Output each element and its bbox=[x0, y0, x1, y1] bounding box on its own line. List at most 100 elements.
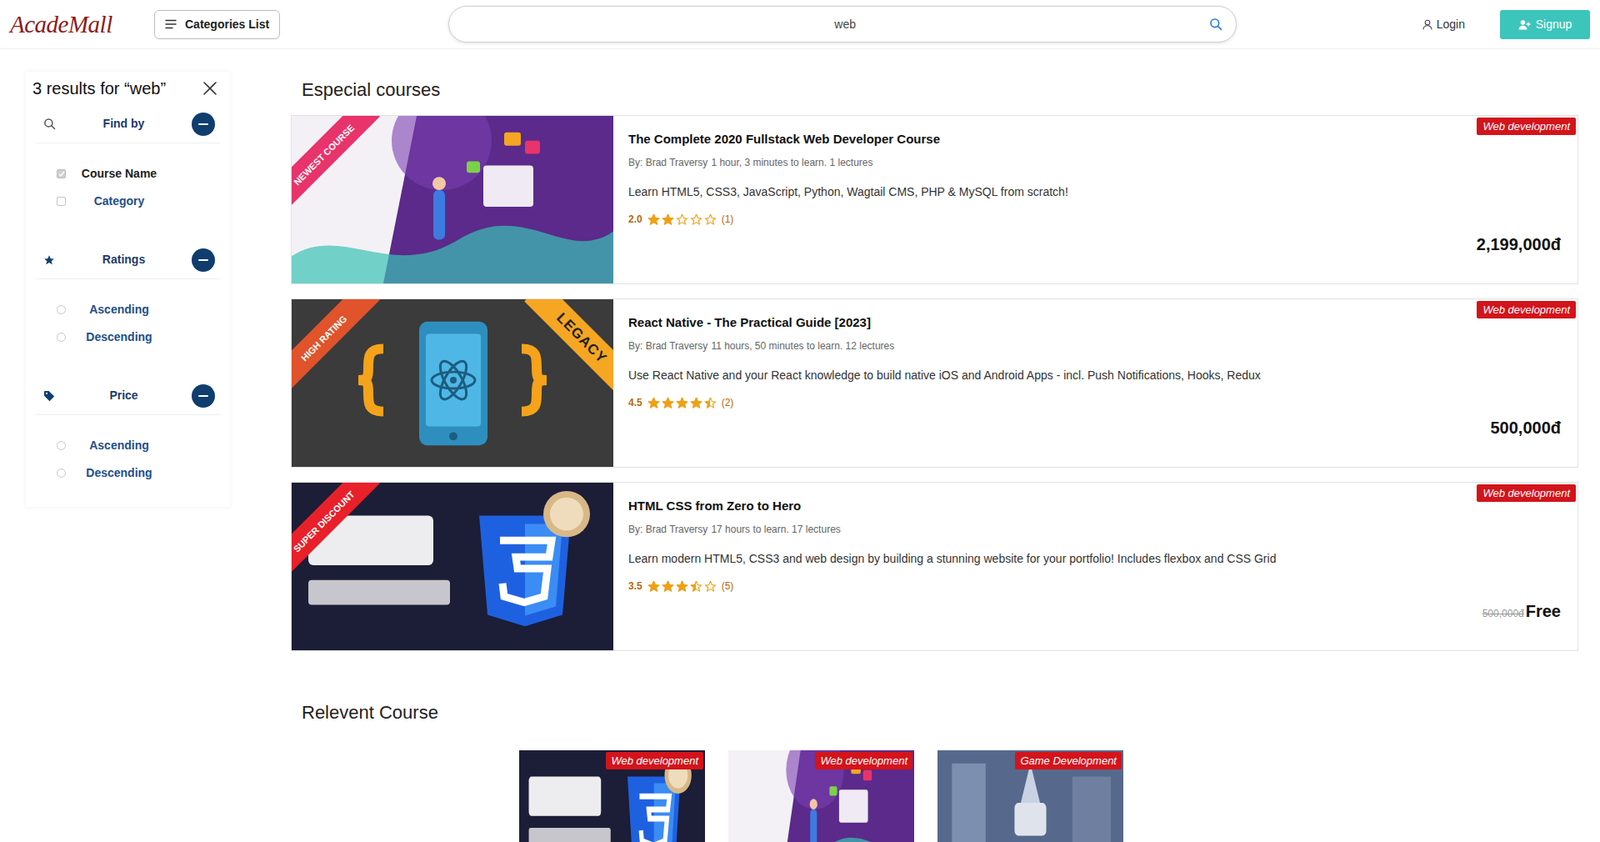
collapse-toggle[interactable] bbox=[191, 248, 215, 272]
star-fill bbox=[647, 396, 660, 410]
course-meta: By: Brad Traversy11 hours, 50 minutes to… bbox=[628, 339, 1561, 353]
collapse-toggle[interactable] bbox=[191, 384, 215, 408]
section-heading: Relevent Course bbox=[301, 701, 1579, 724]
login-button[interactable]: Login bbox=[1419, 10, 1469, 39]
tag-icon bbox=[42, 389, 56, 403]
review-count: (5) bbox=[721, 578, 735, 594]
course-thumbnail[interactable]: HIGH RATINGLEGACY bbox=[291, 299, 614, 467]
filter-section: Ratings AscendingDescending bbox=[25, 240, 230, 377]
star-rating bbox=[647, 396, 717, 410]
star-icon bbox=[675, 580, 689, 593]
radio-button[interactable] bbox=[56, 440, 66, 450]
radio-button[interactable] bbox=[56, 468, 66, 478]
star-icon bbox=[647, 396, 660, 410]
course-card[interactable]: NEWEST COURSE The Complete 2020 Fullstack… bbox=[290, 115, 1579, 285]
star-icon bbox=[704, 580, 717, 593]
filter-option-label: Category bbox=[65, 192, 173, 210]
filter-sidebar: 3 results for “web” Find by Course Name Cat… bbox=[25, 71, 230, 507]
checkbox[interactable] bbox=[56, 169, 66, 179]
search-icon[interactable] bbox=[1207, 15, 1225, 33]
price: 2,199,000đ bbox=[1476, 231, 1561, 257]
star-icon bbox=[647, 213, 660, 226]
categories-label: Categories List bbox=[185, 15, 270, 34]
filter-option[interactable]: Descending bbox=[25, 459, 230, 487]
category-tag[interactable]: Web development bbox=[1476, 300, 1576, 319]
category-tag[interactable]: Web development bbox=[1476, 484, 1576, 502]
course-rating: 2.0(1) bbox=[628, 211, 1561, 227]
course-title[interactable]: React Native - The Practical Guide [2023… bbox=[628, 314, 1561, 331]
filter-option[interactable]: Ascending bbox=[25, 431, 230, 460]
menu-icon bbox=[165, 19, 177, 30]
filter-options: Ascending Descending bbox=[25, 415, 230, 487]
course-info: The Complete 2020 Fullstack Web Develope… bbox=[613, 115, 1578, 284]
course-description: Learn HTML5, CSS3, JavaScript, Python, W… bbox=[628, 184, 1561, 200]
star-rating bbox=[647, 213, 717, 226]
course-duration: 17 hours to learn. 17 lectures bbox=[710, 522, 840, 536]
star-fill bbox=[690, 396, 703, 410]
course-card[interactable]: SUPER DISCOUNTHTML CSS from Zero to Hero… bbox=[290, 481, 1579, 651]
star-icon bbox=[661, 213, 675, 226]
star-fill bbox=[661, 396, 675, 410]
filter-option-label: Course Name bbox=[65, 165, 173, 183]
course-author[interactable]: By: Brad Traversy bbox=[628, 522, 708, 536]
filter-section-header[interactable]: Find by bbox=[35, 105, 220, 144]
course-info: HTML CSS from Zero to Hero By: Brad Trave… bbox=[613, 482, 1578, 650]
filter-option[interactable]: Descending bbox=[25, 323, 230, 351]
close-icon[interactable] bbox=[200, 78, 220, 99]
star-icon bbox=[647, 580, 660, 593]
filter-section: Find by Course Name Category bbox=[25, 105, 230, 241]
search-input[interactable] bbox=[482, 6, 1208, 42]
category-tag[interactable]: Web development bbox=[605, 751, 704, 770]
category-tag[interactable]: Web development bbox=[1476, 117, 1576, 135]
rating-value: 2.0 bbox=[628, 211, 643, 227]
course-title[interactable]: The Complete 2020 Fullstack Web Develope… bbox=[628, 130, 1561, 148]
star-icon bbox=[690, 213, 703, 226]
top-bar: AcadeMall Categories List Login Signup bbox=[0, 0, 1600, 50]
categories-button[interactable]: Categories List bbox=[154, 10, 280, 40]
filter-section-title: Price bbox=[55, 386, 192, 405]
relevant-course-card[interactable]: Game Development bbox=[937, 750, 1124, 842]
review-count: (2) bbox=[721, 395, 735, 410]
course-rating: 4.5(2) bbox=[628, 395, 1561, 410]
results-title: 3 results for “web” bbox=[32, 75, 166, 101]
star-fill bbox=[675, 396, 689, 410]
course-author[interactable]: By: Brad Traversy bbox=[628, 339, 708, 353]
filter-section-header[interactable]: Ratings bbox=[35, 240, 220, 280]
user-icon bbox=[1422, 19, 1433, 30]
relevant-course-card[interactable]: Web development bbox=[519, 750, 705, 842]
filter-option[interactable]: Category bbox=[25, 187, 230, 215]
course-info: React Native - The Practical Guide [2023… bbox=[613, 299, 1578, 467]
add-user-icon bbox=[1518, 19, 1531, 30]
filter-option[interactable]: Course Name bbox=[25, 160, 230, 188]
collapse-toggle[interactable] bbox=[191, 112, 215, 136]
radio-button[interactable] bbox=[56, 305, 66, 315]
star-fill bbox=[675, 580, 689, 593]
star-fill bbox=[690, 580, 697, 593]
main-content: Especial coursesNEWEST COURSEThe Complet… bbox=[290, 49, 1579, 842]
logo-text[interactable]: AcadeMall bbox=[10, 12, 113, 37]
radio-button[interactable] bbox=[56, 332, 66, 342]
old-price: 500,000đ bbox=[1482, 605, 1525, 621]
course-card[interactable]: HIGH RATINGLEGACY React Native - The Prac… bbox=[290, 298, 1579, 468]
course-description: Use React Native and your React knowledg… bbox=[628, 367, 1561, 384]
signup-label: Signup bbox=[1535, 15, 1573, 34]
category-tag[interactable]: Web development bbox=[815, 751, 913, 770]
checkbox[interactable] bbox=[56, 196, 66, 206]
signup-button[interactable]: Signup bbox=[1500, 10, 1590, 40]
logo[interactable]: AcadeMall bbox=[10, 12, 155, 37]
course-thumbnail[interactable]: NEWEST COURSE bbox=[291, 115, 614, 284]
filter-section-header[interactable]: Price bbox=[35, 376, 220, 415]
price: Free bbox=[1525, 598, 1561, 624]
filter-option[interactable]: Ascending bbox=[25, 295, 230, 324]
course-thumbnail[interactable]: SUPER DISCOUNT bbox=[291, 482, 614, 650]
relevant-list: Web development Web development Game Devel… bbox=[290, 750, 1579, 842]
category-tag[interactable]: Game Development bbox=[1015, 751, 1122, 770]
course-title[interactable]: HTML CSS from Zero to Hero bbox=[628, 497, 1561, 515]
search-box bbox=[448, 5, 1237, 43]
course-author[interactable]: By: Brad Traversy bbox=[628, 155, 708, 170]
star-fill bbox=[661, 213, 675, 226]
star-icon bbox=[690, 580, 703, 593]
filter-option-label: Ascending bbox=[65, 436, 173, 455]
course-meta: By: Brad Traversy17 hours to learn. 17 l… bbox=[628, 522, 1561, 536]
relevant-course-card[interactable]: Web development bbox=[728, 750, 915, 842]
